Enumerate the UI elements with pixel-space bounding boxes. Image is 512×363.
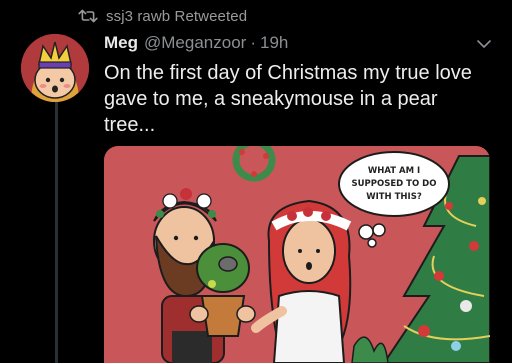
user-handle[interactable]: @Meganzoor xyxy=(144,33,246,53)
tweet-media-image[interactable]: WHAT AM I SUPPOSED TO DO WITH THIS? xyxy=(104,146,490,363)
tweet-header: Meg @Meganzoor · 19h xyxy=(104,33,512,57)
tweet-timestamp[interactable]: 19h xyxy=(260,33,288,53)
speech-line-3: WITH THIS? xyxy=(366,192,422,202)
avatar[interactable] xyxy=(21,34,89,102)
display-name[interactable]: Meg xyxy=(104,33,138,53)
thread-line xyxy=(55,100,58,363)
speech-line-1: WHAT AM I xyxy=(368,166,420,176)
retweet-context[interactable]: ssj3 rawb Retweeted xyxy=(78,6,247,26)
avatar-illustration xyxy=(21,34,89,102)
speech-line-2: SUPPOSED TO DO xyxy=(352,179,437,189)
retweet-label[interactable]: ssj3 rawb Retweeted xyxy=(106,8,247,25)
comic-illustration: WHAT AM I SUPPOSED TO DO WITH THIS? xyxy=(104,146,490,363)
tweet-text: On the first day of Christmas my true lo… xyxy=(104,62,472,136)
chevron-down-icon[interactable] xyxy=(476,38,492,50)
retweet-icon xyxy=(78,9,98,23)
separator-dot: · xyxy=(250,33,256,52)
